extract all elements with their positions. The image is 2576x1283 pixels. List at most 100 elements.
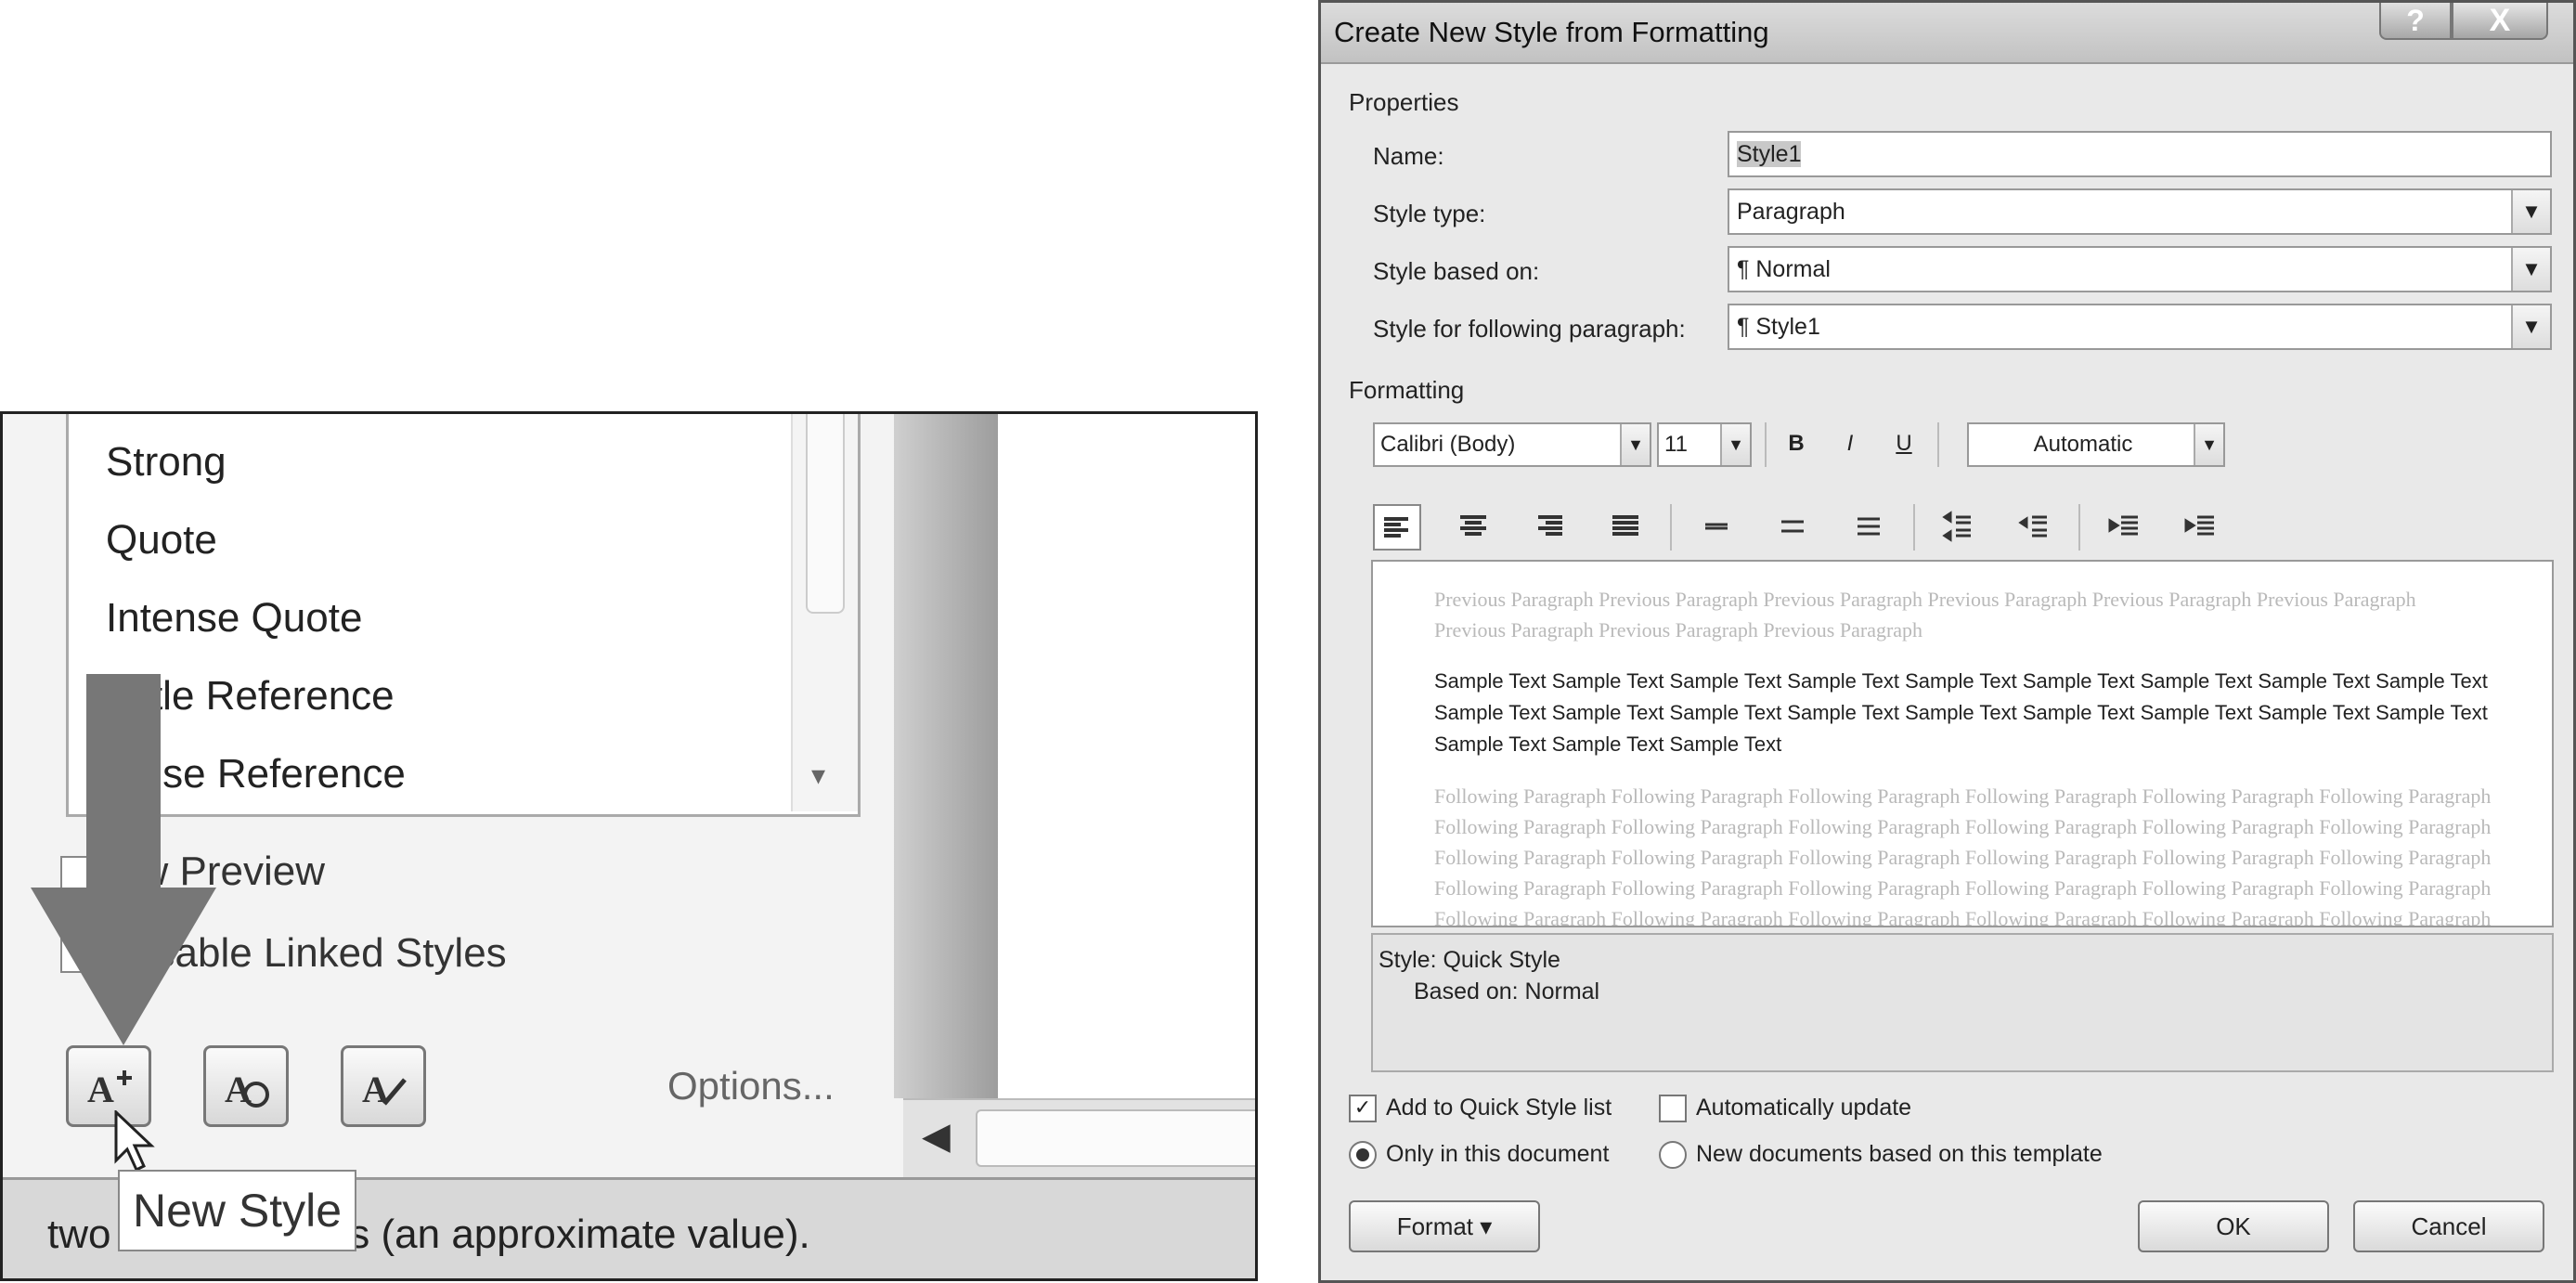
style-inspector-icon: A	[225, 1069, 269, 1110]
following-paragraph-value: ¶ Style1	[1737, 314, 1820, 340]
name-field[interactable]: Style1	[1728, 131, 2552, 177]
align-right-button[interactable]	[1525, 504, 1573, 551]
style-item-label: Intense Quote	[106, 595, 363, 641]
create-new-style-dialog: Create New Style from Formatting ? X Pro…	[1318, 0, 2576, 1283]
justify-button[interactable]	[1601, 504, 1650, 551]
separator	[1765, 422, 1767, 467]
svg-text:A: A	[87, 1069, 114, 1110]
style-item-label: Quote	[106, 517, 217, 563]
font-color-dropdown[interactable]: Automatic ▼	[1967, 422, 2225, 467]
new-style-tooltip: New Style	[118, 1170, 357, 1251]
style-description-line: Based on: Normal	[1414, 978, 1600, 1004]
chevron-down-icon[interactable]: ▼	[2511, 190, 2550, 233]
scrollbar-thumb[interactable]	[976, 1109, 1255, 1167]
decrease-indent-button[interactable]	[2101, 504, 2149, 551]
new-style-icon: A	[87, 1069, 132, 1110]
style-item-quote[interactable]: Quote ¶a	[106, 501, 839, 579]
help-button[interactable]: ?	[2379, 3, 2452, 40]
style-preview: Previous Paragraph Previous Paragraph Pr…	[1371, 560, 2554, 927]
separator	[1937, 422, 1939, 467]
align-center-icon	[1460, 515, 1486, 536]
single-spacing-button[interactable]	[1692, 504, 1741, 551]
checkbox-box[interactable]	[1659, 1095, 1687, 1123]
align-left-icon	[1384, 517, 1408, 538]
chevron-down-icon[interactable]: ▼	[1720, 424, 1750, 465]
radio-selected[interactable]	[1349, 1141, 1377, 1170]
increase-indent-button[interactable]	[2177, 504, 2225, 551]
only-this-document-label: Only in this document	[1386, 1141, 1610, 1167]
following-paragraph-dropdown[interactable]: ¶ Style1 ▼	[1728, 304, 2552, 350]
horizontal-scrollbar[interactable]: ◀	[903, 1098, 1255, 1178]
font-size-value: 11	[1664, 432, 1688, 457]
close-button[interactable]: X	[2452, 3, 2548, 40]
double-spacing-icon	[1858, 517, 1880, 536]
options-link[interactable]: Options...	[667, 1064, 835, 1108]
justify-icon	[1612, 515, 1638, 536]
scroll-left-icon[interactable]: ◀	[922, 1115, 951, 1158]
pane-divider	[894, 414, 998, 1098]
document-area	[998, 414, 1255, 1098]
name-value: Style1	[1737, 141, 1802, 167]
align-left-button[interactable]	[1373, 504, 1421, 551]
align-right-icon	[1538, 515, 1562, 536]
increase-paragraph-spacing-button[interactable]	[1934, 504, 1982, 551]
checkmark-icon[interactable]: ✓	[1349, 1095, 1377, 1123]
chevron-down-icon[interactable]: ▼	[2511, 305, 2550, 348]
chevron-down-icon[interactable]: ▼	[1620, 424, 1650, 465]
cancel-button[interactable]: Cancel	[2353, 1200, 2544, 1252]
new-documents-label: New documents based on this template	[1696, 1141, 2103, 1167]
style-type-value: Paragraph	[1737, 199, 1845, 225]
following-paragraph-preview: Following Paragraph Following Paragraph …	[1434, 784, 2492, 927]
font-size-dropdown[interactable]: 11 ▼	[1657, 422, 1752, 467]
list-scrollbar[interactable]: ▾	[791, 414, 858, 811]
style-description: Style: Quick Style Based on: Normal	[1371, 933, 2554, 1072]
properties-group-label: Properties	[1349, 88, 1459, 116]
scrollbar-thumb[interactable]	[806, 414, 845, 614]
add-to-quick-style-checkbox[interactable]: ✓ Add to Quick Style list	[1349, 1095, 1612, 1123]
bold-button[interactable]: B	[1776, 422, 1817, 465]
name-label: Name:	[1373, 142, 1444, 170]
mouse-cursor-icon	[114, 1110, 155, 1173]
ok-button[interactable]: OK	[2138, 1200, 2329, 1252]
one-half-spacing-button[interactable]	[1768, 504, 1817, 551]
increase-spacing-icon	[1942, 511, 1971, 542]
formatting-group-label: Formatting	[1349, 376, 1465, 404]
manage-styles-icon: A	[362, 1069, 407, 1110]
down-arrow-icon	[31, 674, 216, 1045]
double-spacing-button[interactable]	[1845, 504, 1893, 551]
dialog-titlebar[interactable]: Create New Style from Formatting ? X	[1321, 3, 2573, 64]
chevron-down-icon[interactable]: ▼	[2194, 424, 2223, 465]
based-on-label: Style based on:	[1373, 257, 1540, 285]
automatically-update-checkbox[interactable]: Automatically update	[1659, 1095, 1912, 1123]
scroll-down-icon[interactable]: ▾	[811, 759, 825, 792]
underline-button[interactable]: U	[1883, 422, 1924, 465]
format-button[interactable]: Format ▾	[1349, 1200, 1540, 1252]
style-item-intense-quote[interactable]: Intense Quote ¶a	[106, 579, 839, 657]
style-type-dropdown[interactable]: Paragraph ▼	[1728, 188, 2552, 235]
decrease-spacing-icon	[2018, 515, 2047, 538]
align-center-button[interactable]	[1449, 504, 1497, 551]
separator	[1913, 504, 1915, 551]
single-spacing-icon	[1705, 523, 1728, 530]
style-item-strong[interactable]: Strong a	[106, 423, 839, 501]
separator	[1670, 504, 1672, 551]
based-on-value: ¶ Normal	[1737, 256, 1831, 282]
chevron-down-icon[interactable]: ▼	[2511, 248, 2550, 291]
previous-paragraph-preview: Previous Paragraph Previous Paragraph Pr…	[1434, 588, 2416, 642]
increase-indent-icon	[2184, 515, 2214, 536]
based-on-dropdown[interactable]: ¶ Normal ▼	[1728, 246, 2552, 292]
decrease-paragraph-spacing-button[interactable]	[2010, 504, 2058, 551]
manage-styles-button[interactable]: A	[341, 1045, 426, 1127]
automatically-update-label: Automatically update	[1696, 1095, 1912, 1121]
sample-text-preview: Sample Text Sample Text Sample Text Samp…	[1434, 669, 2488, 756]
font-value: Calibri (Body)	[1380, 432, 1516, 457]
styles-pane: Strong a Quote ¶a Intense Quote ¶a ubtle…	[0, 411, 1258, 1281]
following-paragraph-label: Style for following paragraph:	[1373, 315, 1686, 343]
style-description-line: Style: Quick Style	[1379, 947, 1560, 973]
new-documents-radio[interactable]: New documents based on this template	[1659, 1141, 2103, 1170]
radio-unselected[interactable]	[1659, 1141, 1687, 1170]
font-dropdown[interactable]: Calibri (Body) ▼	[1373, 422, 1651, 467]
one-half-spacing-icon	[1781, 520, 1804, 533]
italic-button[interactable]: I	[1830, 422, 1871, 465]
only-this-document-radio[interactable]: Only in this document	[1349, 1141, 1610, 1170]
